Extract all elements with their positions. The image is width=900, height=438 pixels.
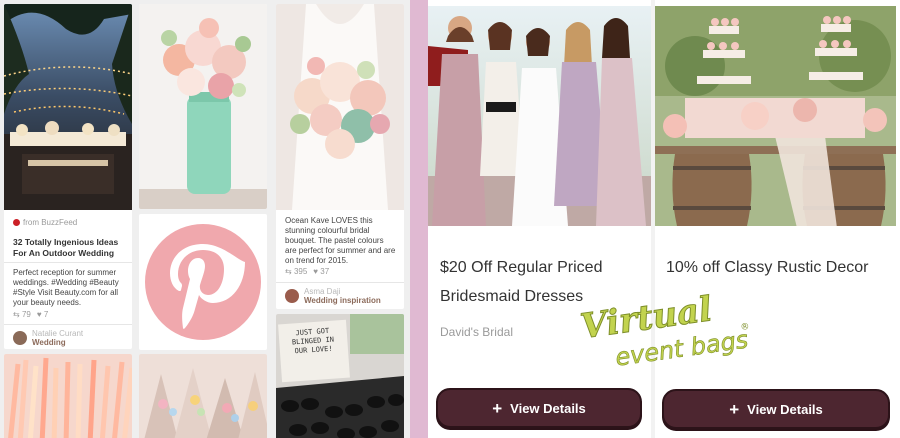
pin-description: Perfect reception for summer weddings. #… (13, 268, 119, 307)
pin-favors[interactable] (139, 354, 267, 438)
like-count: ♥ 37 (313, 267, 330, 276)
pin-image-mason-jar[interactable] (139, 4, 267, 209)
virtual-event-bags-logo: Virtual event bags ® (572, 283, 754, 375)
heart-icon: ♥ (313, 267, 319, 276)
pin-sunglasses[interactable]: JUST GOT BLINGED IN OUR LOVE! (276, 314, 404, 438)
deal-image-rustic-decor[interactable] (655, 6, 896, 226)
repin-count: ⇆ 395 (285, 267, 308, 276)
pin-stats: ⇆ 79 ♥ 7 (13, 310, 48, 319)
pin-user[interactable]: Natalie Curant Wedding (13, 329, 83, 347)
pinterest-grid: from BuzzFeed 32 Totally Ingenious Ideas… (0, 0, 410, 438)
pin-divider (4, 324, 132, 325)
repin-count: ⇆ 79 (13, 310, 31, 319)
logo-mark-symbol: ® (740, 322, 750, 333)
sign-text: JUST GOT BLINGED IN OUR LOVE! (291, 326, 335, 356)
deal-title[interactable]: 10% off Classy Rustic Decor (666, 253, 891, 282)
pin-title[interactable]: 32 Totally Ingenious Ideas For An Outdoo… (13, 237, 124, 259)
pin-image-favors[interactable] (139, 354, 267, 438)
view-details-button[interactable]: + View Details (436, 388, 642, 428)
user-name[interactable]: Natalie Curant (32, 329, 83, 338)
heart-icon: ♥ (36, 310, 42, 319)
pin-bridal-bouquet[interactable]: Ocean Kave LOVES this stunning colourful… (276, 4, 404, 309)
view-details-label: View Details (747, 401, 823, 417)
repin-icon: ⇆ (285, 267, 292, 276)
pin-divider (276, 282, 404, 283)
pin-image-bridal-bouquet[interactable] (276, 4, 404, 210)
avatar[interactable] (285, 289, 299, 303)
pin-mason-jar-bouquet[interactable] (139, 4, 267, 209)
view-details-button[interactable]: + View Details (662, 389, 890, 429)
logo-mark: Virtual event bags ® (578, 289, 751, 372)
pin-glow-sticks[interactable] (4, 354, 132, 438)
plus-icon: + (492, 398, 503, 418)
pin-image-string-lights[interactable] (4, 4, 132, 210)
view-details-label: View Details (510, 400, 586, 416)
pin-stats: ⇆ 395 ♥ 37 (285, 267, 329, 276)
pin-divider (4, 262, 132, 263)
avatar[interactable] (13, 331, 27, 345)
deal-image-bridesmaids[interactable] (428, 6, 651, 226)
pin-pinterest-logo[interactable] (139, 214, 267, 350)
board-name[interactable]: Wedding (32, 338, 83, 347)
pin-image-glow-sticks[interactable] (4, 354, 132, 438)
pin-source-text: from BuzzFeed (23, 218, 78, 227)
section-divider (410, 0, 428, 438)
pin-source: from BuzzFeed (13, 218, 77, 227)
user-name[interactable]: Asma Daji (304, 287, 381, 296)
pin-description: Ocean Kave LOVES this stunning colourful… (285, 216, 396, 265)
deal-merchant[interactable]: David's Bridal (440, 325, 513, 339)
pin-outdoor-wedding[interactable]: from BuzzFeed 32 Totally Ingenious Ideas… (4, 4, 132, 349)
pin-source-icon (13, 219, 20, 226)
like-count: ♥ 7 (36, 310, 49, 319)
board-name[interactable]: Wedding inspiration (304, 296, 381, 305)
repin-icon: ⇆ (13, 310, 20, 319)
pin-user[interactable]: Asma Daji Wedding inspiration (285, 287, 381, 305)
pinterest-logo-icon[interactable] (139, 214, 267, 350)
plus-icon: + (729, 399, 740, 419)
